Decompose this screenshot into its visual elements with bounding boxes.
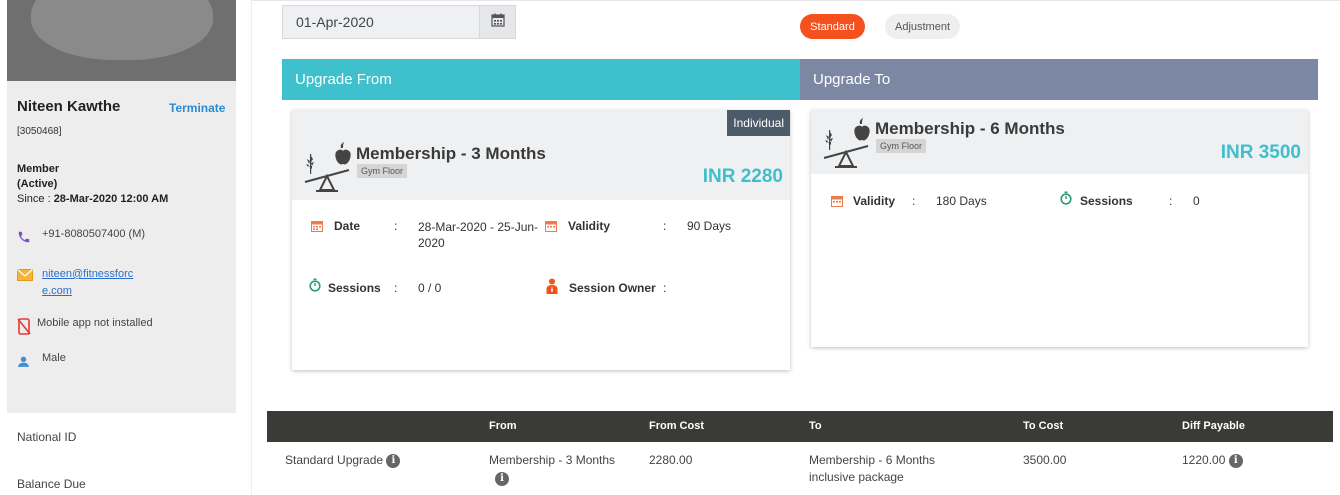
info-icon[interactable]: i (386, 453, 401, 468)
fitness-plan-icon (303, 142, 353, 199)
calendar-icon (490, 13, 505, 32)
mobile-off-icon (17, 317, 37, 335)
upgrade-type: Standard Upgrade (285, 453, 384, 467)
sidebar-divider (251, 0, 252, 495)
standard-toggle[interactable]: Standard (800, 14, 865, 39)
to-cost-cell: 3500.00 (1023, 453, 1067, 467)
to-plan-tag: Gym Floor (876, 139, 927, 153)
since-label: Since : (17, 193, 54, 205)
national-id-label: National ID (17, 430, 77, 444)
calendar-icon (311, 219, 323, 237)
date-range-line2: 2020 (418, 236, 445, 250)
upgrade-from-header: Upgrade From (282, 59, 800, 100)
member-sidebar: Niteen Kawthe Terminate [3050468] Member… (7, 0, 236, 495)
to-plan-price: INR 3500 (1220, 142, 1301, 163)
phone-number: +91-8080507400 (M) (42, 228, 146, 240)
from-cell: Membership - 3 Months i (489, 452, 615, 486)
member-status: (Active) (17, 178, 58, 190)
from-cost-cell: 2280.00 (649, 453, 693, 467)
session-owner-label: Session Owner (569, 281, 656, 295)
top-divider (252, 0, 1340, 1)
to-validity-value: 180 Days (936, 194, 987, 208)
calendar-icon (831, 194, 843, 212)
info-icon[interactable]: i (1228, 453, 1243, 468)
gender-row: Male (17, 352, 66, 370)
upgrade-from-card: Individual Membership - 3 Months Gym Flo… (292, 110, 790, 370)
upgrade-to-header: Upgrade To (800, 59, 1318, 100)
member-name: Niteen Kawthe (17, 98, 121, 115)
member-since: Since : 28-Mar-2020 12:00 AM (17, 193, 168, 205)
col-to-cost: To Cost (1023, 420, 1064, 432)
upgrade-date-picker (282, 5, 516, 39)
colon: : (663, 219, 667, 233)
to-validity-label: Validity (853, 194, 896, 208)
email-row: niteen@fitnessforc e.com (17, 266, 133, 300)
from-sessions-label: Sessions (328, 281, 381, 295)
user-icon (17, 352, 39, 370)
colon: : (394, 281, 398, 295)
diff-payable: 1220.00 (1182, 453, 1226, 467)
colon: : (663, 281, 667, 295)
upgrade-table-header: From From Cost To To Cost Diff Payable (267, 411, 1333, 442)
to-plan-name: Membership - 6 Months (875, 119, 1065, 138)
date-range-line1: 28-Mar-2020 - 25-Jun- (418, 220, 539, 234)
info-icon[interactable]: i (495, 471, 509, 486)
table-row: Standard Upgrade i Membership - 3 Months… (267, 442, 1333, 495)
calendar-button[interactable] (479, 6, 515, 38)
individual-badge: Individual (727, 110, 790, 136)
terminate-link[interactable]: Terminate (169, 101, 225, 115)
upgrade-to-card: Membership - 6 Months Gym Floor INR 3500… (811, 110, 1308, 347)
col-to: To (809, 420, 822, 432)
phone-icon (17, 228, 39, 246)
profile-card: Niteen Kawthe Terminate [3050468] Member… (7, 81, 236, 413)
to-sessions-value: 0 (1193, 194, 1200, 208)
stopwatch-icon (309, 278, 321, 297)
from-plan-price: INR 2280 (702, 166, 783, 187)
upgrade-date-input[interactable] (283, 6, 479, 38)
from-plan-tag: Gym Floor (357, 164, 408, 178)
adjustment-toggle[interactable]: Adjustment (885, 14, 960, 39)
colon: : (394, 219, 398, 233)
since-value: 28-Mar-2020 12:00 AM (53, 193, 169, 205)
stopwatch-icon (1060, 191, 1072, 210)
from-validity-label: Validity (568, 219, 611, 233)
balance-due-label: Balance Due (17, 477, 86, 491)
gender-value: Male (42, 352, 66, 364)
col-from: From (489, 420, 517, 432)
to-cell: Membership - 6 Months inclusive package (809, 452, 935, 486)
to-sessions-label: Sessions (1080, 194, 1133, 208)
from-date-value: 28-Mar-2020 - 25-Jun- 2020 (418, 219, 538, 251)
from-plan-name: Membership - 3 Months (356, 144, 546, 163)
upgrade-type-cell: Standard Upgrade i (285, 452, 401, 469)
profile-photo (7, 0, 236, 81)
member-id: [3050468] (17, 126, 62, 137)
from-plan: Membership - 3 Months (489, 453, 616, 467)
phone-row: +91-8080507400 (M) (17, 228, 145, 246)
col-from-cost: From Cost (649, 420, 704, 432)
colon: : (912, 194, 916, 208)
col-diff-payable: Diff Payable (1182, 420, 1245, 432)
to-plan-line1: Membership - 6 Months (809, 453, 936, 467)
to-plan-line2: inclusive package (809, 470, 904, 484)
person-icon (546, 278, 558, 299)
diff-payable-cell: 1220.00 i (1182, 452, 1243, 469)
app-status-row: Mobile app not installed (17, 317, 153, 335)
mail-icon (17, 266, 39, 284)
calendar-icon (545, 219, 557, 237)
email-link-line1[interactable]: niteen@fitnessforc (42, 268, 133, 280)
member-type: Member (17, 163, 60, 175)
fitness-plan-icon (822, 118, 872, 175)
email-link-line2[interactable]: e.com (42, 285, 72, 297)
colon: : (1169, 194, 1173, 208)
from-sessions-value: 0 / 0 (418, 281, 442, 295)
from-date-label: Date (334, 219, 361, 233)
app-status: Mobile app not installed (37, 317, 153, 329)
from-validity-value: 90 Days (687, 219, 732, 233)
